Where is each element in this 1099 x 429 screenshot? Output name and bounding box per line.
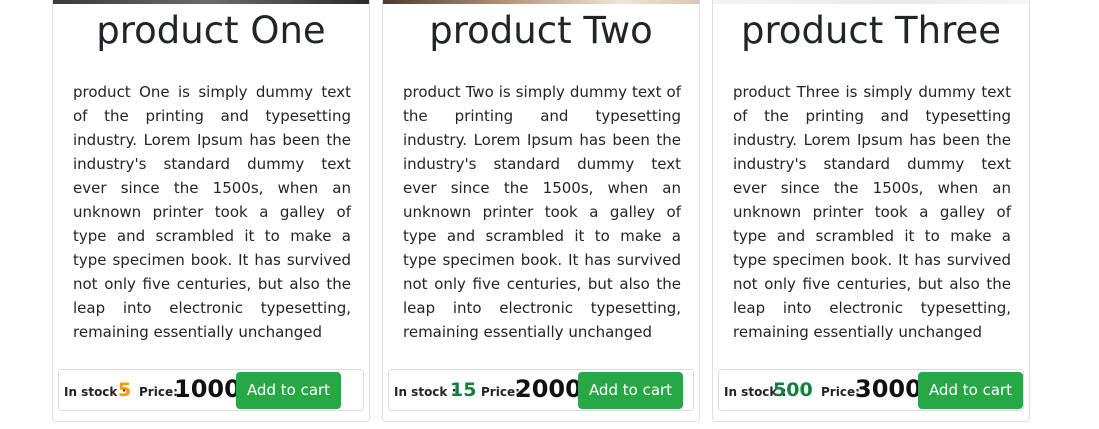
product-image [53, 0, 369, 4]
price-value: 2000 [515, 375, 582, 403]
stock-value: 15 [450, 379, 477, 401]
stock-value: 5 [118, 379, 132, 401]
product-description: product Two is simply dummy text of the … [403, 83, 681, 341]
price-value: 3000 [855, 375, 922, 403]
product-card: product Three product Three is simply du… [712, 0, 1030, 422]
product-description: product One is simply dummy text of the … [73, 83, 351, 341]
price-value: 1000 [174, 375, 241, 403]
product-title: product Two [429, 9, 653, 52]
product-description: product Three is simply dummy text of th… [733, 83, 1011, 341]
product-title: product Three [740, 9, 1002, 52]
price-label: Price: [139, 385, 178, 399]
stock-label: In stock : [394, 385, 457, 399]
product-image [383, 0, 699, 4]
card-footer: In stock : 5 Price: 1000 Add to cart [58, 369, 364, 411]
card-footer: In stock : 500 Price: 3000 Add to cart [718, 369, 1024, 411]
add-to-cart-button[interactable]: Add to cart [918, 372, 1023, 409]
product-image [713, 0, 1029, 4]
stock-value: 500 [773, 379, 813, 401]
product-title: product One [96, 9, 326, 52]
product-card: product One product One is simply dummy … [52, 0, 370, 422]
product-card: product Two product Two is simply dummy … [382, 0, 700, 422]
card-footer: In stock : 15 Price: 2000 Add to cart [388, 369, 694, 411]
add-to-cart-button[interactable]: Add to cart [236, 372, 341, 409]
add-to-cart-button[interactable]: Add to cart [578, 372, 683, 409]
product-card-row: product One product One is simply dummy … [52, 0, 1032, 429]
